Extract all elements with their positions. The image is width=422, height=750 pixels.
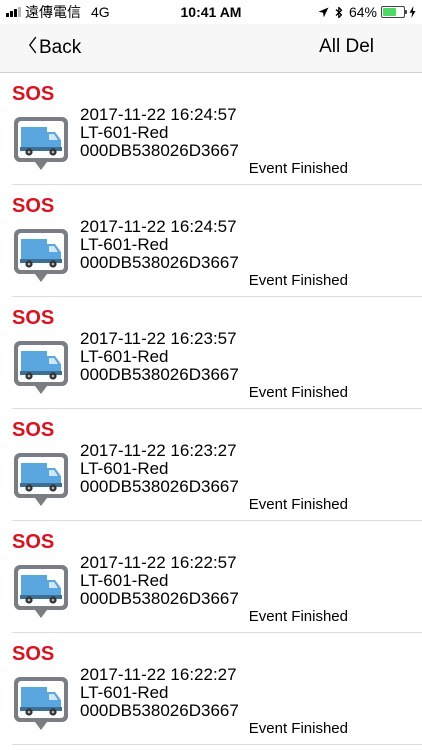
event-details: 2017-11-22 16:24:57 LT-601-Red 000DB5380…	[80, 218, 239, 272]
event-device-id: 000DB538026D3667	[80, 701, 239, 720]
event-status: Event Finished	[248, 272, 348, 289]
truck-icon	[12, 451, 70, 511]
event-details: 2017-11-22 16:23:27 LT-601-Red 000DB5380…	[80, 442, 239, 496]
all-delete-button[interactable]: All Del	[319, 36, 374, 58]
event-status: Event Finished	[248, 720, 348, 737]
back-button[interactable]: Back	[28, 36, 81, 60]
back-label: Back	[39, 37, 82, 58]
event-device-id: 000DB538026D3667	[80, 589, 239, 608]
event-details: 2017-11-22 16:22:27 LT-601-Red 000DB5380…	[80, 666, 239, 720]
event-device-name: LT-601-Red	[80, 235, 169, 254]
status-bar: 遠傳電信 4G 10:41 AM 64%	[0, 0, 422, 24]
event-list: SOS 2017-11-22 16:24:57 LT-601-Red 000DB…	[0, 73, 422, 745]
event-row[interactable]: SOS 2017-11-22 16:24:57 LT-601-Red 000DB…	[0, 73, 422, 185]
truck-icon	[12, 563, 70, 623]
event-details: 2017-11-22 16:24:57 LT-601-Red 000DB5380…	[80, 106, 239, 160]
event-tag: SOS	[12, 307, 55, 329]
event-datetime: 2017-11-22 16:22:27	[80, 665, 237, 684]
event-datetime: 2017-11-22 16:23:27	[80, 441, 237, 460]
event-tag: SOS	[12, 531, 55, 553]
truck-icon	[12, 227, 70, 287]
event-row[interactable]: SOS 2017-11-22 16:22:27 LT-601-Red 000DB…	[0, 633, 422, 745]
battery-percent: 64%	[348, 4, 377, 20]
event-device-id: 000DB538026D3667	[80, 365, 239, 384]
event-device-name: LT-601-Red	[80, 571, 169, 590]
event-datetime: 2017-11-22 16:24:57	[80, 217, 237, 236]
truck-icon	[12, 115, 70, 175]
event-datetime: 2017-11-22 16:24:57	[80, 105, 237, 124]
event-status: Event Finished	[248, 160, 348, 177]
event-device-name: LT-601-Red	[80, 459, 169, 478]
chevron-left-icon	[28, 36, 37, 60]
event-device-id: 000DB538026D3667	[80, 141, 239, 160]
event-tag: SOS	[12, 643, 55, 665]
event-device-name: LT-601-Red	[80, 347, 169, 366]
truck-icon	[12, 675, 70, 735]
status-right: 64%	[318, 3, 416, 21]
event-device-name: LT-601-Red	[80, 683, 169, 702]
event-details: 2017-11-22 16:22:57 LT-601-Red 000DB5380…	[80, 554, 239, 608]
event-row[interactable]: SOS 2017-11-22 16:23:27 LT-601-Red 000DB…	[0, 409, 422, 521]
bluetooth-icon	[335, 6, 343, 19]
event-datetime: 2017-11-22 16:23:57	[80, 329, 237, 348]
event-datetime: 2017-11-22 16:22:57	[80, 553, 237, 572]
event-tag: SOS	[12, 419, 55, 441]
event-tag: SOS	[12, 195, 55, 217]
event-status: Event Finished	[248, 384, 348, 401]
event-status: Event Finished	[248, 496, 348, 513]
event-device-id: 000DB538026D3667	[80, 477, 239, 496]
event-status: Event Finished	[248, 608, 348, 625]
event-tag: SOS	[12, 83, 55, 105]
battery-icon	[381, 6, 407, 18]
navigation-bar: Back All Del	[0, 24, 422, 73]
event-device-id: 000DB538026D3667	[80, 253, 239, 272]
truck-icon	[12, 339, 70, 399]
event-row[interactable]: SOS 2017-11-22 16:23:57 LT-601-Red 000DB…	[0, 297, 422, 409]
event-row[interactable]: SOS 2017-11-22 16:22:57 LT-601-Red 000DB…	[0, 521, 422, 633]
event-details: 2017-11-22 16:23:57 LT-601-Red 000DB5380…	[80, 330, 239, 384]
location-arrow-icon	[318, 7, 329, 18]
charging-bolt-icon	[409, 6, 416, 18]
event-row[interactable]: SOS 2017-11-22 16:24:57 LT-601-Red 000DB…	[0, 185, 422, 297]
event-device-name: LT-601-Red	[80, 123, 169, 142]
